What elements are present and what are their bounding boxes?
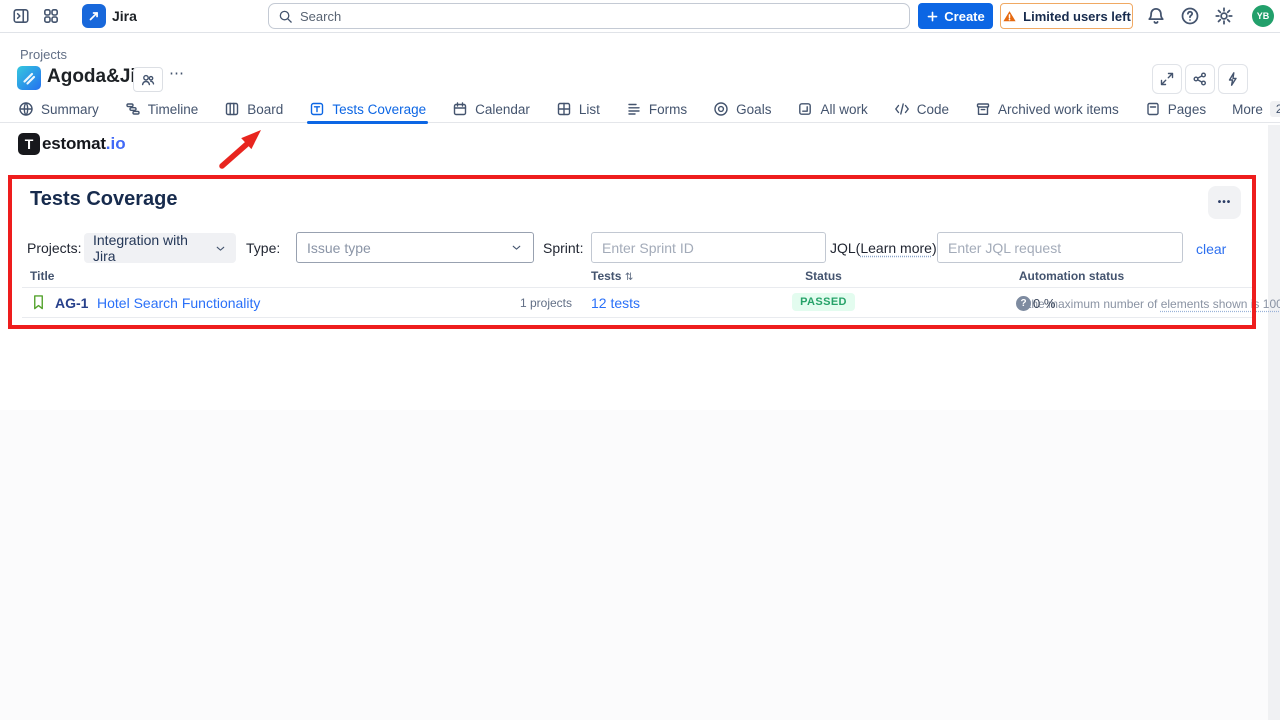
jql-filter-label: JQL(Learn more): xyxy=(830,240,941,256)
search-icon xyxy=(278,9,293,24)
expand-icon xyxy=(1159,71,1175,87)
tab-board[interactable]: Board xyxy=(224,96,283,123)
jira-logo-icon[interactable] xyxy=(82,4,106,28)
calendar-icon xyxy=(452,101,468,117)
column-header-status: Status xyxy=(756,269,891,283)
clear-filters-link[interactable]: clear xyxy=(1196,241,1226,257)
table-row-divider xyxy=(22,317,1252,318)
globe-icon xyxy=(18,101,34,117)
issue-title-link[interactable]: Hotel Search Functionality xyxy=(97,295,260,311)
tab-calendar[interactable]: Calendar xyxy=(452,96,530,123)
tab-goals[interactable]: Goals xyxy=(713,96,771,123)
tab-all-work[interactable]: All work xyxy=(797,96,867,123)
breadcrumb[interactable]: Projects xyxy=(20,47,67,62)
tab-archived-work-items[interactable]: Archived work items xyxy=(975,96,1119,123)
type-filter-label: Type: xyxy=(246,240,280,256)
app-switcher-icon[interactable] xyxy=(42,0,60,32)
notifications-bell-icon[interactable] xyxy=(1146,6,1166,26)
create-button-label: Create xyxy=(944,9,984,24)
boxed-t-icon xyxy=(309,101,325,117)
app-name: Jira xyxy=(112,0,137,32)
story-bookmark-icon xyxy=(31,294,46,311)
top-navigation-bar: Jira Search Create Limited users left YB xyxy=(0,0,1280,33)
automation-percentage: 0 % xyxy=(1033,296,1055,311)
more-count-badge: 2 xyxy=(1270,101,1280,117)
project-tab-bar: Summary Timeline Board Tests Coverage Ca… xyxy=(0,96,1280,123)
scrollbar-track[interactable] xyxy=(1268,125,1280,720)
automation-button[interactable] xyxy=(1218,64,1248,94)
board-icon xyxy=(224,101,240,117)
sort-icon: ⇅ xyxy=(625,272,633,283)
sprint-filter-label: Sprint: xyxy=(543,240,583,256)
widget-title: Tests Coverage xyxy=(30,188,177,211)
search-placeholder: Search xyxy=(300,9,341,24)
all-work-icon xyxy=(797,101,813,117)
jql-learn-more-link[interactable]: Learn more xyxy=(860,240,932,256)
tab-tests-coverage[interactable]: Tests Coverage xyxy=(309,96,426,123)
tests-count-link[interactable]: 12 tests xyxy=(591,295,640,311)
project-more-menu[interactable]: ⋯ xyxy=(169,64,185,82)
table-header-divider xyxy=(22,287,1252,288)
pages-icon xyxy=(1145,101,1161,117)
column-header-tests[interactable]: Tests ⇅ xyxy=(591,269,633,283)
issue-type-select[interactable]: Issue type xyxy=(296,232,534,263)
forms-icon xyxy=(626,101,642,117)
sidebar-toggle-icon[interactable] xyxy=(12,0,30,32)
column-header-title: Title xyxy=(30,269,54,283)
list-icon xyxy=(556,101,572,117)
projects-filter-dropdown[interactable]: Integration with Jira xyxy=(84,233,236,263)
help-icon[interactable] xyxy=(1180,6,1200,26)
search-input[interactable]: Search xyxy=(268,3,910,29)
jql-request-input[interactable] xyxy=(937,232,1183,263)
fullscreen-button[interactable] xyxy=(1152,64,1182,94)
archive-icon xyxy=(975,101,991,117)
testomat-logo-tile: T xyxy=(18,133,40,155)
tab-pages[interactable]: Pages xyxy=(1145,96,1206,123)
limited-users-button[interactable]: Limited users left xyxy=(1000,3,1133,29)
user-avatar[interactable]: YB xyxy=(1252,5,1274,27)
sprint-id-input[interactable] xyxy=(591,232,826,263)
max-elements-note-link[interactable]: elements shown is 100 xyxy=(1161,297,1280,311)
project-members-button[interactable] xyxy=(133,67,163,92)
warning-icon xyxy=(1002,9,1017,24)
projects-count: 1 projects xyxy=(470,296,572,310)
annotation-arrow-icon xyxy=(214,124,270,172)
people-icon xyxy=(140,72,156,88)
chevron-down-icon xyxy=(510,241,523,254)
widget-more-button[interactable]: ••• xyxy=(1208,186,1241,219)
limited-users-label: Limited users left xyxy=(1023,9,1131,24)
project-avatar xyxy=(17,66,41,90)
goals-target-icon xyxy=(713,101,729,117)
status-badge: PASSED xyxy=(792,293,855,311)
timeline-icon xyxy=(125,101,141,117)
column-header-automation-status: Automation status xyxy=(984,269,1159,283)
max-elements-note: the maximum number of elements shown is … xyxy=(1028,297,1280,311)
tab-forms[interactable]: Forms xyxy=(626,96,687,123)
plus-icon xyxy=(926,10,939,23)
testomat-logo: T estomat .io xyxy=(18,133,126,155)
create-button[interactable]: Create xyxy=(918,3,993,29)
chevron-down-icon xyxy=(214,242,227,255)
page-background xyxy=(0,410,1268,720)
settings-gear-icon[interactable] xyxy=(1214,6,1234,26)
tab-code[interactable]: Code xyxy=(894,96,949,123)
tab-timeline[interactable]: Timeline xyxy=(125,96,199,123)
share-icon xyxy=(1192,71,1208,87)
avatar-initials: YB xyxy=(1257,11,1270,21)
lightning-icon xyxy=(1225,71,1241,87)
tab-more[interactable]: More 2 xyxy=(1232,96,1280,123)
code-icon xyxy=(894,101,910,117)
projects-filter-label: Projects: xyxy=(27,240,81,256)
issue-key[interactable]: AG-1 xyxy=(55,295,88,311)
tab-summary[interactable]: Summary xyxy=(18,96,99,123)
status-cell: PASSED xyxy=(756,292,891,311)
share-button[interactable] xyxy=(1185,64,1215,94)
tab-list[interactable]: List xyxy=(556,96,600,123)
automation-help-icon[interactable]: ? xyxy=(1016,296,1031,311)
